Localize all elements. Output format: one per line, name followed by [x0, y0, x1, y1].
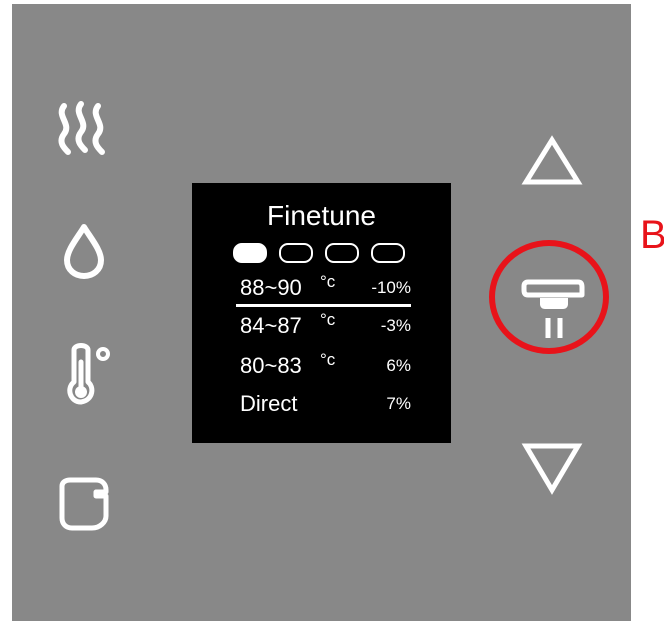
temperature-button[interactable] [62, 340, 114, 408]
setting-percent: -10% [371, 278, 411, 297]
steam-button[interactable] [52, 100, 110, 156]
up-arrow-icon [521, 135, 583, 185]
display-screen: Finetune 88~90 °c -10% 84~87 °c -3% 80~8… [192, 183, 451, 443]
setting-row-3[interactable]: 80~83 °c 6% [240, 350, 415, 382]
page-indicators [233, 243, 413, 263]
up-button[interactable] [520, 132, 584, 188]
page-indicator-2 [279, 243, 313, 263]
setting-temp: 84~87 [240, 313, 302, 338]
setting-row-1[interactable]: 88~90 °c -10% [240, 272, 415, 304]
cup-button[interactable] [56, 476, 112, 532]
screen-title: Finetune [267, 200, 376, 231]
water-button[interactable] [62, 222, 106, 280]
thermometer-icon [67, 343, 110, 405]
water-drop-icon [64, 224, 104, 279]
setting-percent: 6% [386, 356, 411, 375]
setting-unit: °c [320, 272, 336, 291]
setting-percent: 7% [386, 394, 411, 413]
setting-row-4[interactable]: Direct 7% [240, 390, 415, 420]
cup-icon [59, 477, 109, 531]
setting-row-2[interactable]: 84~87 °c -3% [240, 310, 415, 342]
setting-temp: 80~83 [240, 353, 302, 378]
page: Finetune 88~90 °c -10% 84~87 °c -3% 80~8… [0, 0, 664, 621]
setting-unit: °c [320, 350, 336, 369]
page-indicator-1 [233, 243, 267, 263]
highlight-circle [489, 240, 609, 354]
setting-temp: Direct [240, 391, 298, 416]
steam-icon [58, 101, 105, 155]
page-indicator-4 [371, 243, 405, 263]
selection-underline [236, 304, 411, 307]
annotation-label: B [640, 213, 664, 257]
setting-temp: 88~90 [240, 275, 302, 300]
setting-unit: °c [320, 310, 336, 329]
setting-percent: -3% [380, 316, 411, 335]
page-indicator-3 [325, 243, 359, 263]
down-arrow-icon [521, 443, 583, 495]
down-button[interactable] [520, 440, 584, 496]
